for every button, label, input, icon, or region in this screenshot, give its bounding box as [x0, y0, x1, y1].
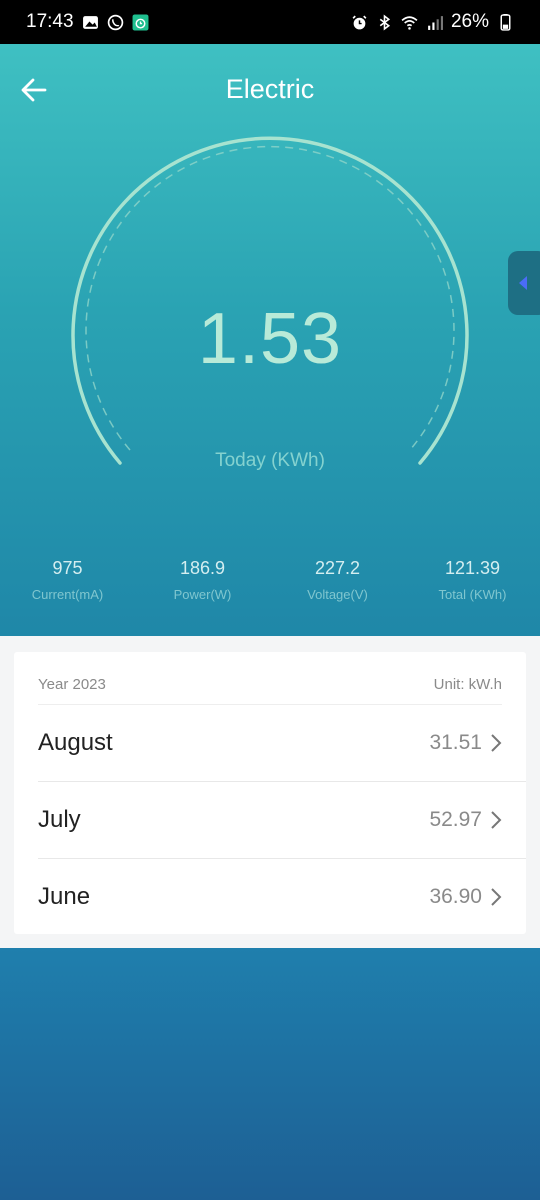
month-row-july[interactable]: July 52.97	[38, 781, 526, 858]
alarm-app-icon	[132, 14, 149, 31]
today-energy-value: 1.53	[197, 299, 343, 379]
unit-label: Unit: kW.h	[433, 676, 502, 693]
bluetooth-icon	[376, 14, 393, 31]
page-title: Electric	[225, 74, 315, 104]
stat-label: Power(W)	[173, 587, 232, 602]
side-drawer-tab[interactable]	[508, 251, 540, 315]
signal-icon	[426, 14, 443, 31]
month-value: 36.90	[429, 884, 482, 908]
status-time: 17:43	[26, 11, 74, 32]
stat-value: 227.2	[314, 558, 361, 578]
chevron-right-icon	[491, 887, 502, 906]
battery-icon	[497, 13, 514, 31]
stat-label: Current(mA)	[31, 587, 104, 602]
monthly-history-card: Year 2023 Unit: kW.h August 31.51 July 5…	[14, 652, 526, 934]
year-label: Year 2023	[38, 676, 106, 693]
viber-icon	[107, 14, 124, 31]
stat-power: 186.9 Power(W)	[135, 558, 270, 602]
battery-percent: 26%	[450, 11, 489, 32]
stat-current: 975 Current(mA)	[0, 558, 135, 602]
month-row-august[interactable]: August 31.51	[38, 704, 526, 781]
month-label: July	[38, 805, 81, 833]
stat-total: 121.39 Total (KWh)	[405, 558, 540, 602]
month-row-june[interactable]: June 36.90	[38, 858, 526, 935]
stat-value: 975	[52, 558, 83, 578]
today-energy-label: Today (KWh)	[215, 450, 325, 471]
caret-left-icon	[519, 276, 527, 290]
wifi-icon	[401, 14, 418, 31]
stat-label: Total (KWh)	[438, 587, 507, 602]
chevron-right-icon	[491, 810, 502, 829]
month-label: June	[38, 882, 91, 910]
stat-voltage: 227.2 Voltage(V)	[270, 558, 405, 602]
stat-value: 121.39	[444, 558, 501, 578]
chevron-right-icon	[491, 733, 502, 752]
gallery-icon	[82, 14, 99, 31]
alarm-icon	[351, 14, 368, 31]
month-label: August	[38, 728, 113, 756]
stats-row: 975 Current(mA) 186.9 Power(W) 227.2 Vol…	[0, 558, 540, 602]
bottom-background	[0, 948, 540, 1200]
status-bar: 17:43 26%	[0, 0, 540, 44]
month-value: 31.51	[429, 730, 482, 754]
month-value: 52.97	[429, 807, 482, 831]
stat-value: 186.9	[179, 558, 226, 578]
card-header: Year 2023 Unit: kW.h	[38, 676, 502, 693]
stat-label: Voltage(V)	[307, 587, 368, 602]
